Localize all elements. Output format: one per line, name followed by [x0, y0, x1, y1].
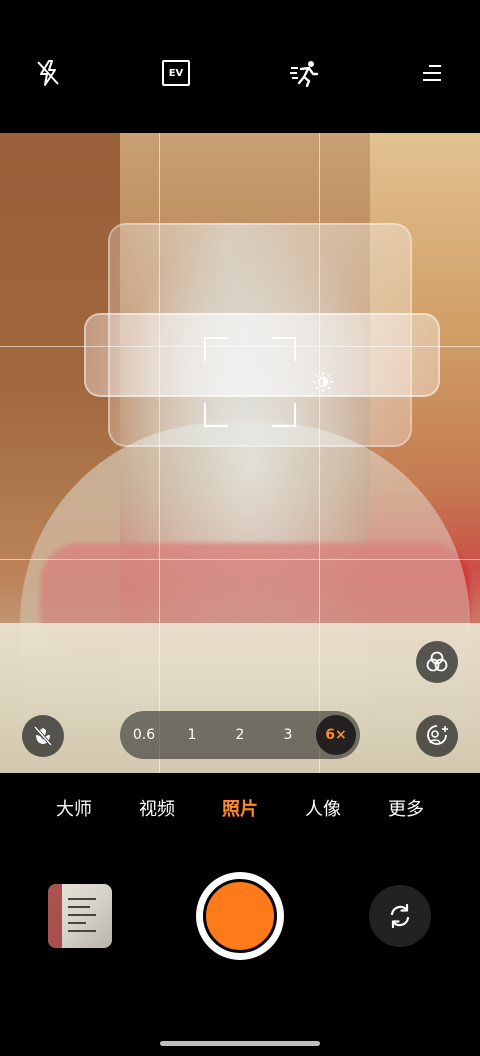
- ev-icon[interactable]: EV: [158, 56, 194, 90]
- camera-viewfinder[interactable]: 0.6 1 2 3 6×: [0, 133, 480, 773]
- mode-more[interactable]: 更多: [388, 795, 424, 821]
- mode-video[interactable]: 视频: [139, 795, 175, 821]
- filters-icon[interactable]: [416, 641, 458, 683]
- menu-icon[interactable]: [414, 56, 450, 90]
- flash-off-icon[interactable]: [30, 56, 66, 90]
- switch-camera-icon[interactable]: [369, 885, 431, 947]
- zoom-selector: 0.6 1 2 3 6×: [120, 711, 360, 759]
- gallery-thumbnail[interactable]: [48, 884, 112, 948]
- grid-line: [0, 559, 480, 560]
- zoom-option-3[interactable]: 3: [264, 711, 312, 759]
- home-indicator[interactable]: [160, 1041, 320, 1046]
- grid-line: [319, 133, 320, 773]
- zoom-option-6x-label: 6×: [316, 715, 356, 755]
- macro-off-icon[interactable]: [22, 715, 64, 757]
- mode-master[interactable]: 大师: [56, 795, 92, 821]
- mode-portrait[interactable]: 人像: [305, 795, 341, 821]
- ev-label: EV: [162, 60, 190, 86]
- focus-frame: [204, 337, 296, 427]
- zoom-option-6x[interactable]: 6×: [312, 711, 360, 759]
- mode-photo[interactable]: 照片: [222, 795, 258, 821]
- zoom-option-2[interactable]: 2: [216, 711, 264, 759]
- motion-capture-icon[interactable]: [286, 56, 322, 90]
- shutter-button[interactable]: [196, 872, 284, 960]
- sun-icon[interactable]: [312, 371, 334, 393]
- portrait-effect-icon[interactable]: [416, 715, 458, 757]
- zoom-option-1[interactable]: 1: [168, 711, 216, 759]
- grid-line: [159, 133, 160, 773]
- zoom-option-0.6[interactable]: 0.6: [120, 711, 168, 759]
- top-toolbar: EV: [0, 0, 480, 133]
- mode-selector: 大师 视频 照片 人像 更多: [0, 795, 480, 835]
